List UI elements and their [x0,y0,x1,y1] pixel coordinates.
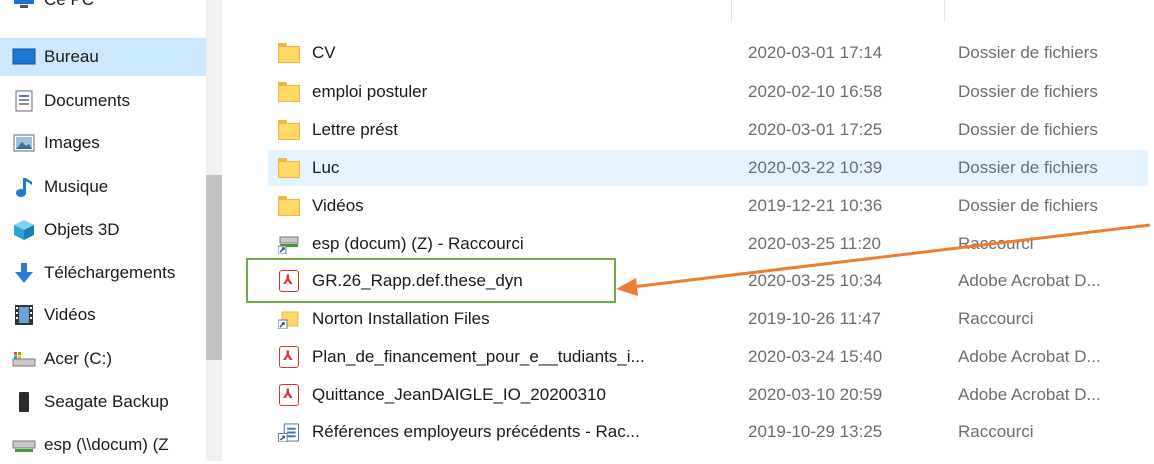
annotation-arrow [616,223,1151,296]
